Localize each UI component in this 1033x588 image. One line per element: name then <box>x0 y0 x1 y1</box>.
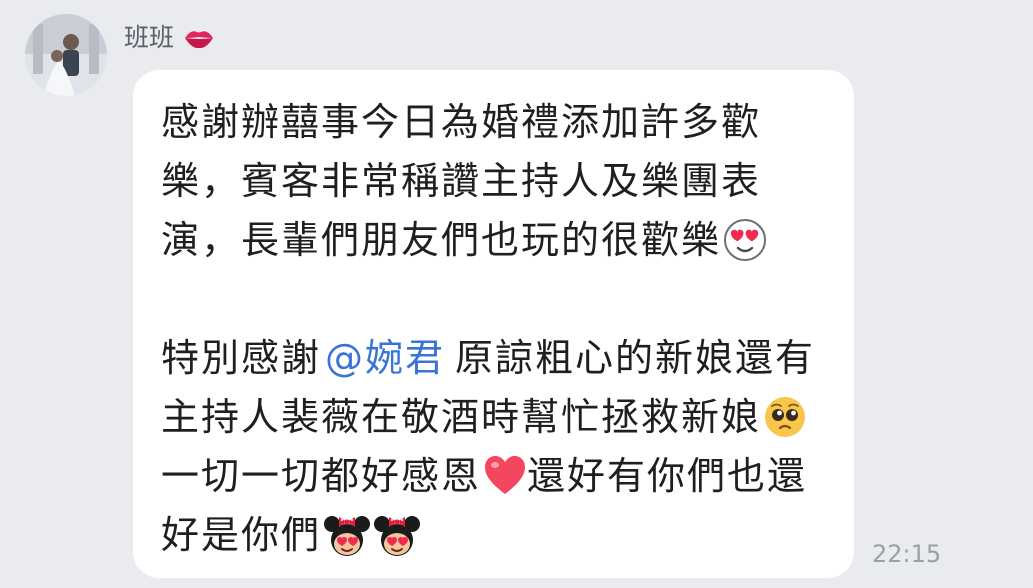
mention-link[interactable]: @婉君 <box>325 331 445 385</box>
message-timestamp: 22:15 <box>872 540 942 568</box>
heart-icon <box>483 454 527 498</box>
message-line-5: 特別感謝 @婉君 原諒粗心的新娘還有 <box>161 331 815 385</box>
message-line-5-text: 特別感謝 <box>161 336 322 380</box>
message-line-3-text: 演，長輩們朋友們也玩的很歡樂 <box>161 218 722 262</box>
message-bubble[interactable]: 感謝辦囍事今日為婚禮添加許多歡 樂，賓客非常稱讚主持人及樂團表 演，長輩們朋友們… <box>133 70 854 578</box>
message-line-7-rest: 還好有你們也還 <box>527 454 808 498</box>
kiss-mark-icon <box>182 25 216 51</box>
message-line-1: 感謝辦囍事今日為婚禮添加許多歡 <box>161 100 762 144</box>
sender-name: 班班 <box>124 23 175 52</box>
message-line-8: 好是你們 <box>161 508 421 562</box>
message-line-7: 一切一切都好感恩 還好有你們也還 <box>161 449 807 503</box>
message-line-6-text: 主持人裴薇在敬酒時幫忙拯救新娘 <box>161 395 762 439</box>
message-line-8-text: 好是你們 <box>161 513 322 557</box>
minnie-heart-eyes-icon <box>323 512 371 558</box>
message-line-2: 樂，賓客非常稱讚主持人及樂團表 <box>161 159 762 203</box>
sender-header: 班班 <box>124 20 216 56</box>
message-line-3: 演，長輩們朋友們也玩的很歡樂 <box>161 213 767 267</box>
message-line-6: 主持人裴薇在敬酒時幫忙拯救新娘 <box>161 390 807 444</box>
message-line-7-text: 一切一切都好感恩 <box>161 454 482 498</box>
minnie-heart-eyes-icon <box>373 512 421 558</box>
message-line-5-rest: 原諒粗心的新娘還有 <box>455 336 816 380</box>
avatar[interactable] <box>25 14 107 96</box>
heart-eyes-face-icon <box>723 218 767 262</box>
pleading-face-icon <box>763 395 807 439</box>
